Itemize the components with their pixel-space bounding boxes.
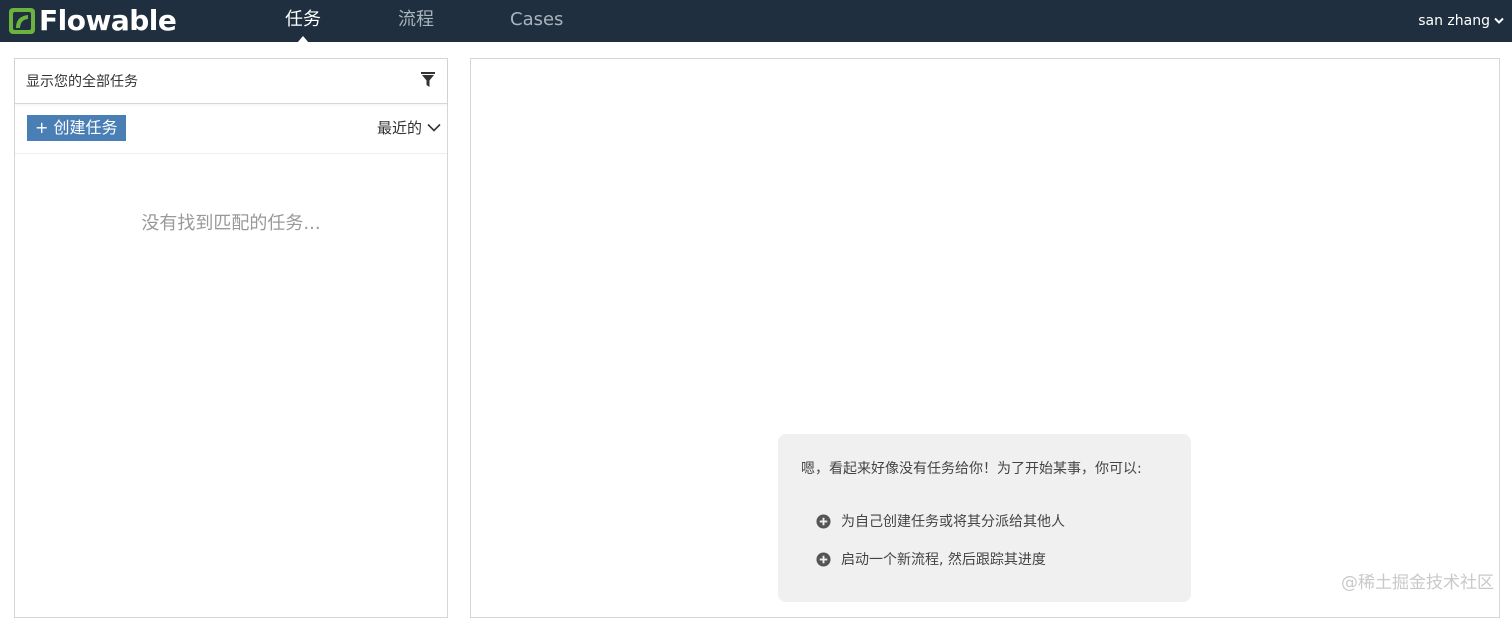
empty-task-message: 没有找到匹配的任务... bbox=[141, 213, 321, 234]
plus-circle-icon bbox=[816, 513, 831, 529]
sort-dropdown[interactable]: 最近的 bbox=[377, 117, 441, 138]
top-navbar: Flowable 任务 流程 Cases san zhang bbox=[0, 0, 1512, 43]
help-item-label: 为自己创建任务或将其分派给其他人 bbox=[841, 514, 1065, 530]
app-logo[interactable]: Flowable bbox=[8, 4, 177, 37]
plus-circle-icon bbox=[816, 551, 831, 567]
user-menu[interactable]: san zhang bbox=[1418, 0, 1504, 42]
help-box: 嗯，看起来好像没有任务给你！为了开始某事，你可以: 为自己创建任务或将其分派给其… bbox=[778, 434, 1191, 602]
help-item-label: 启动一个新流程, 然后跟踪其进度 bbox=[841, 552, 1046, 568]
flowable-logo-icon bbox=[9, 8, 35, 34]
filter-icon[interactable] bbox=[421, 72, 435, 88]
tab-cases[interactable]: Cases bbox=[510, 0, 563, 42]
tab-tasks[interactable]: 任务 bbox=[285, 0, 321, 43]
user-name: san zhang bbox=[1418, 13, 1490, 29]
help-item-start-process[interactable]: 启动一个新流程, 然后跟踪其进度 bbox=[816, 549, 1046, 569]
create-task-button[interactable]: + 创建任务 bbox=[27, 115, 126, 141]
tab-processes[interactable]: 流程 bbox=[398, 0, 434, 42]
logo-text: Flowable bbox=[39, 4, 177, 37]
task-list-panel: 显示您的全部任务 + 创建任务 最近的 没有找到匹配的任务... bbox=[14, 58, 448, 618]
chevron-down-icon bbox=[427, 123, 441, 132]
task-filter-bar[interactable]: 显示您的全部任务 bbox=[15, 59, 447, 104]
task-toolbar: + 创建任务 最近的 bbox=[15, 104, 447, 154]
task-detail-panel: 嗯，看起来好像没有任务给你！为了开始某事，你可以: 为自己创建任务或将其分派给其… bbox=[470, 58, 1500, 618]
chevron-down-icon bbox=[1494, 17, 1504, 24]
filter-label: 显示您的全部任务 bbox=[26, 74, 138, 90]
help-intro: 嗯，看起来好像没有任务给你！为了开始某事，你可以: bbox=[801, 461, 1142, 477]
sort-label: 最近的 bbox=[376, 119, 422, 137]
help-item-create-task[interactable]: 为自己创建任务或将其分派给其他人 bbox=[816, 511, 1065, 531]
watermark: @稀土掘金技术社区 bbox=[1341, 573, 1494, 593]
